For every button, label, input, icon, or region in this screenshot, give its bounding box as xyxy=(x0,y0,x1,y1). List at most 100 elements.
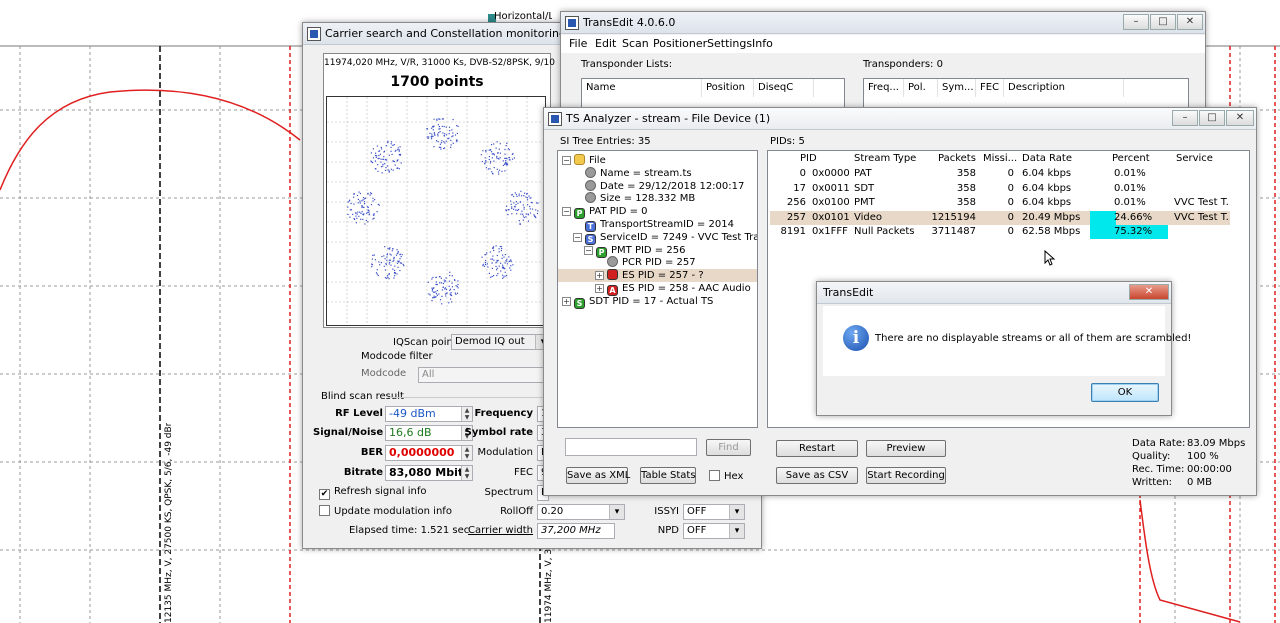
symbol-rate-label: Symbol rate xyxy=(464,427,533,438)
pid-cell: 257 xyxy=(786,211,806,223)
maximize-icon[interactable]: □ xyxy=(1150,14,1176,30)
menu-edit[interactable]: Edit xyxy=(595,35,616,53)
col-missing[interactable]: Missi... xyxy=(983,151,1017,166)
ts-close-icon[interactable]: ✕ xyxy=(1226,110,1254,126)
save-csv-button[interactable]: Save as CSV xyxy=(776,467,858,484)
stream-type-cell: PMT xyxy=(854,197,875,208)
tree-item[interactable]: + ES PID = 257 - ? xyxy=(558,269,757,283)
table-stats-button[interactable]: Table Stats xyxy=(640,467,696,484)
percent-cell: 0.01% xyxy=(1114,182,1146,194)
close-icon[interactable]: ✕ xyxy=(1177,14,1203,30)
update-checkbox[interactable]: Update modulation info xyxy=(319,505,452,517)
data-rate-label: Data Rate: xyxy=(1132,438,1186,449)
expand-icon[interactable]: + xyxy=(595,271,604,281)
table-row[interactable]: 257 0x0101 Video 1215194 0 20.49 Mbps VVC Test… xyxy=(770,210,1230,225)
col-diseqc[interactable]: DiseqC xyxy=(754,79,814,97)
data-rate-cell: 6.04 kbps xyxy=(1022,197,1072,208)
ts-analyzer-titlebar[interactable]: TS Analyzer - stream - File Device (1) –… xyxy=(544,108,1256,130)
tree-item[interactable]: − P PMT PID = 256 xyxy=(584,244,685,258)
collapse-icon[interactable]: − xyxy=(584,245,593,255)
col-packets[interactable]: Packets xyxy=(938,151,976,166)
tree-item[interactable]: Date = 29/12/2018 12:00:17 xyxy=(573,179,744,193)
refresh-checkbox[interactable]: ✔ Refresh signal info xyxy=(319,486,426,500)
col-data-rate[interactable]: Data Rate xyxy=(1022,151,1072,166)
signal-noise-value: 16,6 dB ▲ ▼ xyxy=(385,425,473,441)
transedit-titlebar[interactable]: TransEdit 4.0.6.0 – □ ✕ xyxy=(561,12,1205,34)
sdt-s-icon: S xyxy=(574,297,585,309)
hex-checkbox[interactable]: Hex xyxy=(709,470,743,482)
transponder-lists-label: Transponder Lists: xyxy=(581,59,673,70)
table-row[interactable]: 17 0x0011 SDT 358 0 6.04 kbps 0.01% xyxy=(770,182,1230,196)
col-service[interactable]: Service xyxy=(1176,151,1213,166)
menu-file[interactable]: File xyxy=(569,35,587,53)
es-red-icon xyxy=(607,269,618,281)
find-input[interactable] xyxy=(565,438,697,456)
expand-icon[interactable]: + xyxy=(595,284,604,293)
modcode-select[interactable]: All xyxy=(418,367,551,383)
table-row[interactable]: 256 0x0100 PMT 358 0 6.04 kbps VVC Test T... 0.… xyxy=(770,196,1230,210)
tree-item[interactable]: −SServiceID = 7249 - VVC Test Transm xyxy=(573,231,758,245)
table-row[interactable]: 8191 0x1FFF Null Packets 3711487 0 62.58 Mbps… xyxy=(770,225,1230,239)
tree-item[interactable]: PCR PID = 257 xyxy=(595,256,696,269)
table-row[interactable]: 0 0x0000 PAT 358 0 6.04 kbps 0.01% xyxy=(770,167,1230,181)
collapse-icon[interactable]: − xyxy=(573,232,582,242)
minimize-icon[interactable]: – xyxy=(1123,14,1149,30)
tree-item[interactable]: − P PAT PID = 0 xyxy=(562,205,648,220)
menu-settings[interactable]: Settings xyxy=(707,35,752,53)
tree-item[interactable]: − File xyxy=(562,154,606,167)
npd-select[interactable]: OFF xyxy=(683,523,745,539)
col-freq[interactable]: Freq... xyxy=(864,79,904,97)
rec-time-value: 00:00:00 xyxy=(1187,464,1232,475)
rolloff-select[interactable]: 0.20 xyxy=(537,504,625,520)
menu-positioner[interactable]: Positioner xyxy=(653,35,707,53)
gray-leaf-icon xyxy=(607,256,618,268)
ber-label: BER xyxy=(360,447,383,458)
carrier-width-link[interactable]: Carrier width xyxy=(463,525,533,536)
issyi-select[interactable]: OFF xyxy=(683,504,745,520)
service-cell xyxy=(1174,182,1230,196)
col-fec[interactable]: FEC xyxy=(976,79,1004,97)
col-description[interactable]: Description xyxy=(1004,79,1124,97)
transedit-window-controls: – □ ✕ xyxy=(1122,14,1203,30)
tree-item[interactable]: T TransportStreamID = 2014 xyxy=(573,218,734,232)
expand-icon[interactable]: + xyxy=(562,296,571,306)
tree-item[interactable]: Size = 128.332 MB xyxy=(573,192,695,205)
tree-item-label: PCR PID = 257 xyxy=(622,257,696,269)
find-button[interactable]: Find xyxy=(706,439,751,456)
collapse-icon[interactable]: − xyxy=(562,156,571,165)
ok-button[interactable]: OK xyxy=(1091,383,1159,402)
hex-check-icon xyxy=(709,470,720,481)
gray-leaf-icon xyxy=(585,179,596,191)
tree-item[interactable]: + S SDT PID = 17 - Actual TS xyxy=(562,295,713,309)
elapsed-time: Elapsed time: 1.521 sec xyxy=(349,525,470,536)
collapse-icon[interactable]: − xyxy=(562,207,571,217)
ts-minimize-icon[interactable]: – xyxy=(1172,110,1198,126)
tree-item-label: Size = 128.332 MB xyxy=(600,193,696,205)
restart-button[interactable]: Restart xyxy=(776,440,858,457)
service-cell xyxy=(1174,167,1230,181)
iqscan-select[interactable]: Demod IQ out xyxy=(451,334,551,350)
tree-item[interactable]: Name = stream.ts xyxy=(573,166,692,180)
si-tree[interactable]: − File Name = stream.ts Date = 29/12/2018 1… xyxy=(557,150,758,428)
transedit-title: TransEdit 4.0.6.0 xyxy=(583,16,676,29)
col-pid[interactable]: PID xyxy=(800,151,817,166)
col-name[interactable]: Name xyxy=(582,79,702,97)
dialog-close-icon[interactable]: ✕ xyxy=(1129,284,1169,300)
col-stream-type[interactable]: Stream Type xyxy=(854,151,916,166)
col-position[interactable]: Position xyxy=(702,79,754,97)
ts-maximize-icon[interactable]: □ xyxy=(1199,110,1225,126)
tree-item-label: ServiceID = 7249 - VVC Test Transm xyxy=(600,231,758,243)
spectrum-label: Spectrum xyxy=(484,487,533,498)
gray-leaf-icon xyxy=(585,166,596,178)
menu-scan[interactable]: Scan xyxy=(622,35,649,53)
col-pol[interactable]: Pol. xyxy=(904,79,938,97)
col-sym[interactable]: Sym... xyxy=(938,79,976,97)
menu-info[interactable]: Info xyxy=(752,35,773,53)
preview-button[interactable]: Preview xyxy=(866,440,946,457)
tree-item[interactable]: + A ES PID = 258 - AAC Audio xyxy=(595,282,751,296)
modulation-label: Modulation xyxy=(477,447,534,458)
start-recording-button[interactable]: Start Recording xyxy=(866,467,946,484)
save-xml-button[interactable]: Save as XML xyxy=(566,467,630,484)
dialog-titlebar[interactable]: TransEdit ✕ xyxy=(817,282,1171,304)
col-percent[interactable]: Percent xyxy=(1112,151,1150,166)
